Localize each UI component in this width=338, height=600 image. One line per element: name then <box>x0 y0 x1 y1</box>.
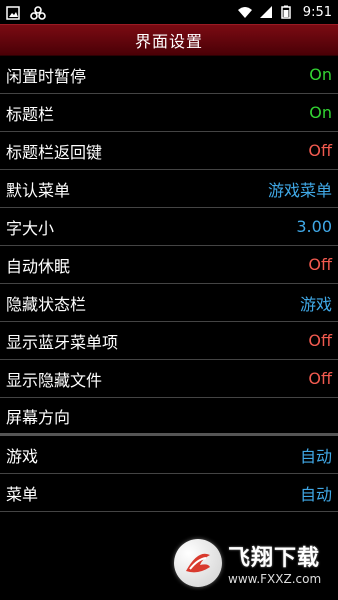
setting-label: 字大小 <box>6 218 55 238</box>
settings-list: 闲置时暂停 On 标题栏 On 标题栏返回键 Off 默认菜单 游戏菜单 字大小… <box>0 56 338 512</box>
setting-pause-when-idle[interactable]: 闲置时暂停 On <box>0 56 338 94</box>
setting-orientation-game[interactable]: 游戏 自动 <box>0 436 338 474</box>
setting-auto-sleep[interactable]: 自动休眠 Off <box>0 246 338 284</box>
page-title-text: 界面设置 <box>134 32 203 51</box>
section-label: 屏幕方向 <box>6 407 71 427</box>
setting-value: Off <box>308 141 332 160</box>
setting-label: 显示蓝牙菜单项 <box>6 332 119 352</box>
setting-hide-status-bar[interactable]: 隐藏状态栏 游戏 <box>0 284 338 322</box>
setting-label: 标题栏返回键 <box>6 142 103 162</box>
setting-value: Off <box>308 331 332 350</box>
setting-value: 自动 <box>299 484 332 504</box>
section-screen-orientation: 屏幕方向 <box>0 398 338 436</box>
wifi-icon <box>237 5 252 19</box>
status-time: 9:51 <box>302 4 332 20</box>
setting-label: 游戏 <box>6 446 39 466</box>
watermark-main-text: 飞翔下载 <box>228 546 321 571</box>
setting-orientation-menu[interactable]: 菜单 自动 <box>0 474 338 512</box>
gallery-icon <box>6 5 20 20</box>
signal-icon <box>259 5 273 19</box>
setting-label: 菜单 <box>6 484 39 504</box>
setting-value: On <box>309 103 332 122</box>
setting-label: 闲置时暂停 <box>6 66 87 86</box>
setting-value: On <box>309 65 332 84</box>
watermark: 飞翔下载 www.FXXZ.com <box>174 532 330 594</box>
status-bar: 9:51 <box>0 0 338 24</box>
page-title: 界面设置 <box>0 24 338 56</box>
setting-value: Off <box>308 255 332 274</box>
setting-label: 显示隐藏文件 <box>6 370 103 390</box>
setting-label: 隐藏状态栏 <box>6 294 87 314</box>
setting-value: 游戏 <box>299 294 332 314</box>
setting-bluetooth-menu-item[interactable]: 显示蓝牙菜单项 Off <box>0 322 338 360</box>
setting-value: Off <box>308 369 332 388</box>
battery-icon <box>281 5 295 19</box>
setting-value: 游戏菜单 <box>267 180 332 200</box>
setting-label: 标题栏 <box>6 104 55 124</box>
setting-title-bar-back-key[interactable]: 标题栏返回键 Off <box>0 132 338 170</box>
setting-value: 3.00 <box>296 217 332 236</box>
watermark-logo-icon <box>174 539 222 587</box>
setting-value: 自动 <box>299 446 332 466</box>
setting-default-menu[interactable]: 默认菜单 游戏菜单 <box>0 170 338 208</box>
setting-label: 自动休眠 <box>6 256 71 276</box>
controller-icon <box>30 5 46 20</box>
setting-show-hidden-files[interactable]: 显示隐藏文件 Off <box>0 360 338 398</box>
setting-title-bar[interactable]: 标题栏 On <box>0 94 338 132</box>
setting-label: 默认菜单 <box>6 180 71 200</box>
setting-font-size[interactable]: 字大小 3.00 <box>0 208 338 246</box>
watermark-url-text: www.FXXZ.com <box>228 572 322 586</box>
